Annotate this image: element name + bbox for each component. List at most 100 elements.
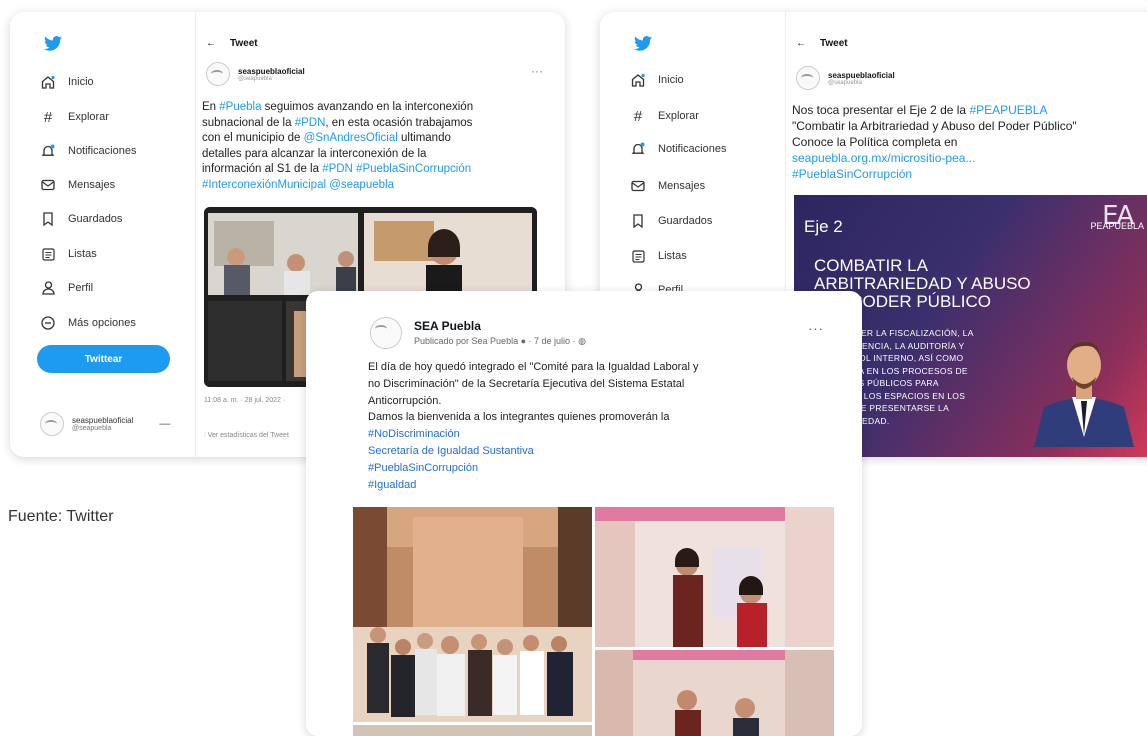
hashtag-link[interactable]: #PueblaSinCorrupción (368, 460, 828, 477)
author-name: seaspueblaoficial (828, 70, 895, 80)
tweet-stats-link[interactable]: ⫶ Ver estadísticas del Tweet (204, 432, 289, 440)
banner-title-line: COMBATIR LA (814, 256, 928, 275)
bookmark-icon (630, 213, 646, 229)
avatar (206, 62, 230, 86)
tweet-link[interactable]: #PDN #PueblaSinCorrupción (322, 163, 471, 175)
tweet-text: En #Puebla seguimos avanzando en la inte… (202, 100, 537, 193)
sidebar-item-guardados[interactable]: Guardados (630, 213, 712, 229)
back-arrow-icon[interactable]: ← (796, 38, 806, 49)
bell-icon (40, 143, 56, 159)
group-photo[interactable] (353, 507, 592, 722)
home-icon (40, 74, 56, 90)
peapuebla-logo: EA PEAPUEBLA (1090, 201, 1144, 231)
account-switcher[interactable]: seaspueblaoficial @seapuebla — (40, 412, 170, 436)
logo-mark: EA (1102, 201, 1134, 231)
group-photo-image (353, 507, 592, 722)
sidebar-item-perfil[interactable]: Perfil (40, 280, 93, 296)
sidebar-item-label: Explorar (68, 111, 109, 123)
sidebar-item-label: Inicio (658, 74, 684, 86)
tweet-text: Nos toca presentar el Eje 2 de la #PEAPU… (792, 102, 1147, 182)
hashtag-link[interactable]: Secretaría de Igualdad Sustantiva (368, 443, 828, 460)
sidebar-item-explorar[interactable]: # Explorar (630, 107, 699, 125)
tweet-link[interactable]: @SnAndresOficial (304, 132, 398, 144)
meeting-photo[interactable] (595, 650, 834, 736)
more-icon[interactable]: — (159, 418, 170, 430)
bookmark-icon (40, 211, 56, 227)
sidebar-item-listas[interactable]: Listas (40, 246, 97, 262)
tweet-author[interactable]: seaspueblaoficial @seapuebla (796, 66, 895, 90)
sidebar-item-notificaciones[interactable]: Notificaciones (630, 141, 726, 157)
tweet-author[interactable]: seaspueblaoficial @seapuebla (206, 62, 305, 86)
list-icon (40, 246, 56, 262)
sidebar-item-label: Notificaciones (68, 145, 137, 157)
sidebar-item-mensajes[interactable]: Mensajes (630, 178, 705, 194)
tweet-link[interactable]: seapuebla.org.mx/micrositio-pea... (792, 151, 975, 165)
page-title: Tweet (230, 38, 258, 49)
tweet-text-segment: Conoce la Política completa en (792, 135, 958, 149)
tweet-link[interactable]: #PDN (295, 117, 326, 129)
account-handle: @seapuebla (72, 425, 112, 432)
sidebar-item-listas[interactable]: Listas (630, 248, 687, 264)
tweet-link[interactable]: #InterconexiónMunicipal @seapuebla (202, 179, 394, 191)
signing-photo[interactable] (595, 507, 834, 647)
tweet-link[interactable]: #PEAPUEBLA (969, 103, 1047, 117)
sidebar-item-label: Más opciones (68, 317, 136, 329)
tweet-text-line: con el municipio de @SnAndresOficial ult… (202, 131, 537, 147)
meeting-photo-image (595, 650, 834, 736)
globe-icon: ◍ (578, 336, 586, 346)
sidebar-item-label: Mensajes (68, 179, 116, 191)
tweet-text-line: #PueblaSinCorrupción (792, 166, 1147, 182)
sidebar-item-label: Notificaciones (658, 143, 727, 155)
tweet-text-line: "Combatir la Arbitrariedad y Abuso del P… (792, 118, 1147, 134)
back-arrow-icon[interactable]: ← (206, 38, 216, 49)
sidebar-item-inicio[interactable]: Inicio (40, 74, 94, 90)
twittear-button[interactable]: Twittear (37, 345, 170, 373)
banner-eje-label: Eje 2 (804, 217, 843, 236)
sidebar-item-label: Listas (658, 250, 687, 262)
tweet-text-line: subnacional de la #PDN, en esta ocasión … (202, 116, 537, 132)
author-handle: @seapuebla (828, 79, 862, 86)
envelope-icon (40, 177, 56, 193)
tweet-text-segment: detalles para alcanzar la interconexión … (202, 147, 427, 160)
tweet-text-line: seapuebla.org.mx/micrositio-pea... (792, 150, 1147, 166)
sidebar-item-notificaciones[interactable]: Notificaciones (40, 143, 136, 159)
hashtag-link[interactable]: #NoDiscriminación (368, 426, 828, 443)
sidebar-item-guardados[interactable]: Guardados (40, 211, 122, 227)
post-date[interactable]: · 7 de julio · (529, 336, 576, 346)
tweet-link[interactable]: #PueblaSinCorrupción (792, 167, 912, 181)
tweet-text-segment: subnacional de la (202, 116, 295, 129)
sidebar-item-mensajes[interactable]: Mensajes (40, 177, 115, 193)
tweet-header: ← Tweet (796, 38, 848, 49)
tweet-text-segment: "Combatir la Arbitrariedad y Abuso del P… (792, 119, 1077, 133)
author-name: seaspueblaoficial (238, 66, 305, 76)
sidebar-item-label: Inicio (68, 76, 94, 88)
sidebar-item-mas-opciones[interactable]: Más opciones (40, 315, 136, 331)
page-name[interactable]: SEA Puebla (414, 319, 586, 333)
tweet-link[interactable]: #Puebla (219, 101, 261, 113)
hashtag-icon: # (43, 108, 53, 126)
tweet-text-line: En #Puebla seguimos avanzando en la inte… (202, 100, 537, 116)
more-options-icon[interactable]: ··· (808, 321, 824, 336)
page-avatar[interactable] (370, 317, 402, 349)
twitter-bird-icon[interactable] (634, 36, 652, 51)
tweet-text-line: Conoce la Política completa en (792, 134, 1147, 150)
sidebar-item-label: Guardados (68, 213, 123, 225)
avatar (40, 412, 64, 436)
sidebar-item-inicio[interactable]: Inicio (630, 72, 684, 88)
post-header: SEA Puebla Publicado por Sea Puebla ● · … (370, 317, 586, 349)
more-options-icon[interactable]: ··· (531, 64, 543, 78)
hashtag-link[interactable]: #Igualdad (368, 477, 828, 494)
tweet-text-line: #InterconexiónMunicipal @seapuebla (202, 178, 537, 194)
info-icon: ● (520, 336, 529, 346)
hashtag-icon: # (633, 107, 643, 125)
twitter-sidebar: Inicio # Explorar Notificaciones Mensaje… (10, 12, 195, 457)
tweet-text-segment: ultimando (397, 132, 451, 144)
tweet-stats-label: Ver estadísticas del Tweet (207, 432, 289, 439)
sidebar-item-explorar[interactable]: # Explorar (40, 108, 109, 126)
bell-icon (630, 141, 646, 157)
twitter-bird-icon[interactable] (44, 36, 62, 51)
envelope-icon (630, 178, 646, 194)
tweet-text-segment: seguimos avanzando en la interconexión (261, 101, 474, 113)
posted-by[interactable]: Publicado por Sea Puebla (414, 336, 518, 346)
tweet-text-segment: En (202, 101, 220, 113)
